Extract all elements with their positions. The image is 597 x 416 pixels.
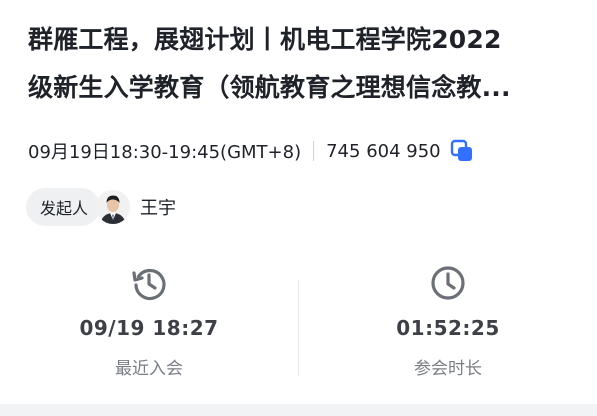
meta-divider bbox=[313, 141, 315, 161]
stat-duration: 01:52:25 参会时长 bbox=[299, 258, 597, 388]
history-clock-icon bbox=[130, 264, 168, 302]
meeting-title: 群雁工程，展翅计划丨机电工程学院2022 级新生入学教育（领航教育之理想信念教.… bbox=[28, 16, 573, 112]
avatar[interactable] bbox=[96, 190, 131, 224]
meeting-title-line-1: 群雁工程，展翅计划丨机电工程学院2022 bbox=[28, 25, 502, 54]
copy-icon[interactable] bbox=[449, 138, 475, 164]
stat-recent-join: 09/19 18:27 最近入会 bbox=[0, 258, 298, 388]
host-label-pill: 发起人 bbox=[26, 188, 101, 226]
host-name: 王宇 bbox=[140, 198, 177, 219]
host-label: 发起人 bbox=[40, 199, 89, 218]
duration-label: 参会时长 bbox=[414, 359, 482, 379]
section-separator bbox=[0, 404, 597, 416]
recent-join-value: 09/19 18:27 bbox=[79, 316, 219, 340]
meeting-title-line-2: 级新生入学教育（领航教育之理想信念教... bbox=[28, 73, 511, 102]
clock-icon bbox=[429, 264, 467, 302]
recent-join-label: 最近入会 bbox=[115, 359, 183, 379]
host-row: 发起人 王宇 bbox=[26, 188, 176, 226]
meeting-stats: 09/19 18:27 最近入会 01:52:25 参会时长 bbox=[0, 258, 597, 388]
meeting-meta-row: 09月19日18:30-19:45(GMT+8) 745 604 950 bbox=[28, 134, 475, 168]
duration-value: 01:52:25 bbox=[396, 316, 500, 340]
meeting-time: 09月19日18:30-19:45(GMT+8) bbox=[28, 142, 302, 163]
meeting-id: 745 604 950 bbox=[326, 140, 441, 162]
